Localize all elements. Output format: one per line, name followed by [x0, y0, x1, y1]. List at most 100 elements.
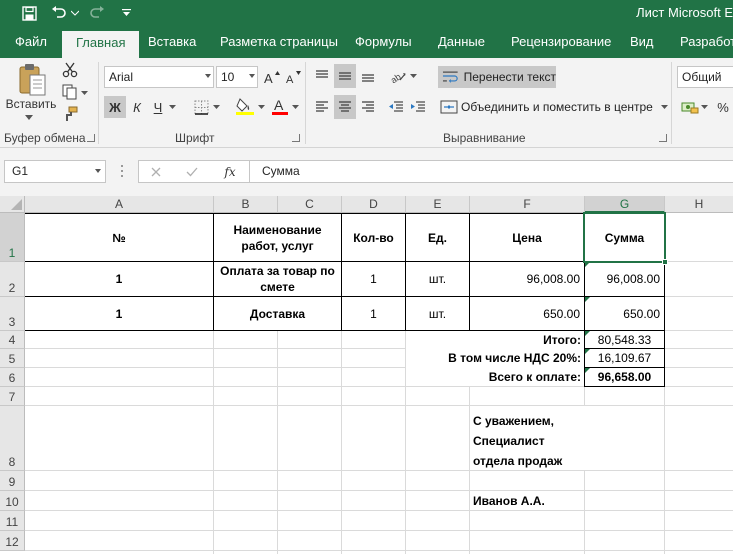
font-size-dropdown-icon[interactable]	[249, 74, 255, 78]
row-header-8[interactable]: 8	[0, 406, 25, 471]
vat-label[interactable]: В том числе НДС 20%:	[406, 349, 584, 367]
italic-button[interactable]: К	[127, 96, 147, 118]
redo-icon[interactable]	[86, 3, 108, 23]
table-row-cell-sum[interactable]: 96,008.00	[585, 262, 664, 296]
tab-home[interactable]: Главная	[62, 31, 140, 58]
orientation-dropdown-icon[interactable]	[408, 71, 418, 81]
error-indicator-icon[interactable]	[585, 368, 590, 373]
column-header-b[interactable]: B	[214, 196, 278, 213]
spreadsheet-grid[interactable]: A B C D E F G H 1 2 3 4 5 6 7 8 9 10 11 …	[0, 196, 733, 554]
table-row-cell-unit[interactable]: шт.	[406, 297, 469, 330]
error-indicator-icon[interactable]	[585, 331, 590, 336]
underline-dropdown-icon[interactable]	[167, 102, 177, 112]
orientation-icon[interactable]: ab	[388, 66, 408, 86]
font-size-combo[interactable]: 10	[216, 66, 258, 88]
copy-dropdown-icon[interactable]	[80, 88, 88, 98]
cancel-icon[interactable]	[147, 163, 165, 181]
enter-icon[interactable]	[183, 163, 201, 181]
font-color-icon[interactable]: A	[270, 94, 290, 118]
currency-format-icon[interactable]	[680, 96, 700, 118]
select-all-corner[interactable]	[0, 196, 25, 213]
number-format-combo[interactable]: Общий	[677, 66, 733, 88]
copy-icon[interactable]	[60, 82, 80, 102]
signature-line-1[interactable]: С уважением,	[470, 411, 664, 431]
table-row-cell-name[interactable]: Доставка	[214, 297, 341, 330]
row-header-11[interactable]: 11	[0, 511, 25, 531]
customize-toolbar-icon[interactable]	[120, 3, 132, 23]
column-header-a[interactable]: A	[25, 196, 214, 213]
row-header-9[interactable]: 9	[0, 471, 25, 491]
clipboard-launcher-icon[interactable]	[87, 134, 95, 142]
row-header-3[interactable]: 3	[0, 297, 25, 331]
tab-formulas[interactable]: Формулы	[355, 34, 412, 49]
percent-button[interactable]: %	[713, 96, 733, 118]
table-row-cell-qty[interactable]: 1	[342, 262, 405, 296]
row-header-5[interactable]: 5	[0, 349, 25, 368]
signature-line-2[interactable]: Специалист	[470, 431, 664, 451]
align-middle-icon[interactable]	[334, 64, 356, 88]
row-header-10[interactable]: 10	[0, 491, 25, 511]
name-box-dropdown-icon[interactable]	[95, 169, 101, 173]
decrease-font-icon[interactable]: A	[284, 67, 304, 87]
font-color-dropdown-icon[interactable]	[290, 102, 300, 112]
increase-indent-icon[interactable]	[408, 96, 428, 118]
column-header-h[interactable]: H	[665, 196, 733, 213]
fill-color-icon[interactable]	[234, 94, 256, 118]
row-header-7[interactable]: 7	[0, 387, 25, 406]
font-name-combo[interactable]: Arial	[104, 66, 214, 88]
header-cell-price[interactable]: Цена	[470, 214, 584, 261]
table-row-cell-qty[interactable]: 1	[342, 297, 405, 330]
row-header-6[interactable]: 6	[0, 368, 25, 387]
tab-view[interactable]: Вид	[630, 34, 654, 49]
header-cell-name[interactable]: Наименование работ, услуг	[214, 214, 341, 261]
merge-center-button[interactable]: Объединить и поместить в центре	[440, 96, 668, 118]
tab-insert[interactable]: Вставка	[148, 34, 196, 49]
currency-dropdown-icon[interactable]	[699, 102, 709, 112]
tab-review[interactable]: Рецензирование	[511, 34, 611, 49]
table-row-cell-price[interactable]: 96,008.00	[470, 262, 584, 296]
table-row-cell-num[interactable]: 1	[25, 297, 213, 330]
row-header-2[interactable]: 2	[0, 262, 25, 297]
total-label[interactable]: Итого:	[406, 331, 584, 348]
paste-dropdown-icon[interactable]	[22, 112, 36, 122]
align-right-icon[interactable]	[358, 96, 378, 118]
bold-button[interactable]: Ж	[104, 96, 126, 118]
borders-dropdown-icon[interactable]	[211, 102, 221, 112]
table-row-cell-unit[interactable]: шт.	[406, 262, 469, 296]
undo-dropdown-icon[interactable]	[70, 3, 80, 23]
wrap-text-button[interactable]: Перенести текст	[438, 66, 556, 88]
cut-icon[interactable]	[60, 60, 80, 80]
header-cell-unit[interactable]: Ед.	[406, 214, 469, 261]
vat-value[interactable]: 16,109.67	[585, 349, 664, 367]
insert-function-button[interactable]: fx	[219, 163, 241, 181]
save-icon[interactable]	[18, 3, 40, 23]
table-row-cell-sum[interactable]: 650.00	[585, 297, 664, 330]
fill-handle[interactable]	[662, 259, 668, 265]
decrease-indent-icon[interactable]	[386, 96, 406, 118]
paste-button[interactable]: Вставить	[4, 96, 58, 112]
signature-name[interactable]: Иванов А.А.	[470, 491, 584, 510]
error-indicator-icon[interactable]	[585, 349, 590, 354]
borders-icon[interactable]	[190, 96, 212, 118]
undo-icon[interactable]	[48, 3, 70, 23]
grand-total-label[interactable]: Всего к оплате:	[406, 368, 584, 386]
row-header-1[interactable]: 1	[0, 213, 25, 262]
font-launcher-icon[interactable]	[292, 134, 300, 142]
header-cell-qty[interactable]: Кол-во	[342, 214, 405, 261]
merge-dropdown-icon[interactable]	[660, 105, 668, 109]
align-left-icon[interactable]	[312, 96, 332, 118]
column-header-d[interactable]: D	[342, 196, 406, 213]
row-header-4[interactable]: 4	[0, 331, 25, 349]
align-top-icon[interactable]	[312, 66, 332, 86]
table-row-cell-price[interactable]: 650.00	[470, 297, 584, 330]
increase-font-icon[interactable]: A	[262, 67, 282, 87]
format-painter-icon[interactable]	[60, 104, 80, 124]
tab-page-layout[interactable]: Разметка страницы	[220, 34, 338, 49]
error-indicator-icon[interactable]	[585, 297, 590, 302]
column-header-c[interactable]: C	[278, 196, 342, 213]
fill-color-dropdown-icon[interactable]	[256, 102, 266, 112]
table-row-cell-num[interactable]: 1	[25, 262, 213, 296]
underline-button[interactable]: Ч	[148, 96, 168, 118]
column-header-g[interactable]: G	[585, 196, 665, 213]
header-cell-num[interactable]: №	[25, 214, 213, 261]
